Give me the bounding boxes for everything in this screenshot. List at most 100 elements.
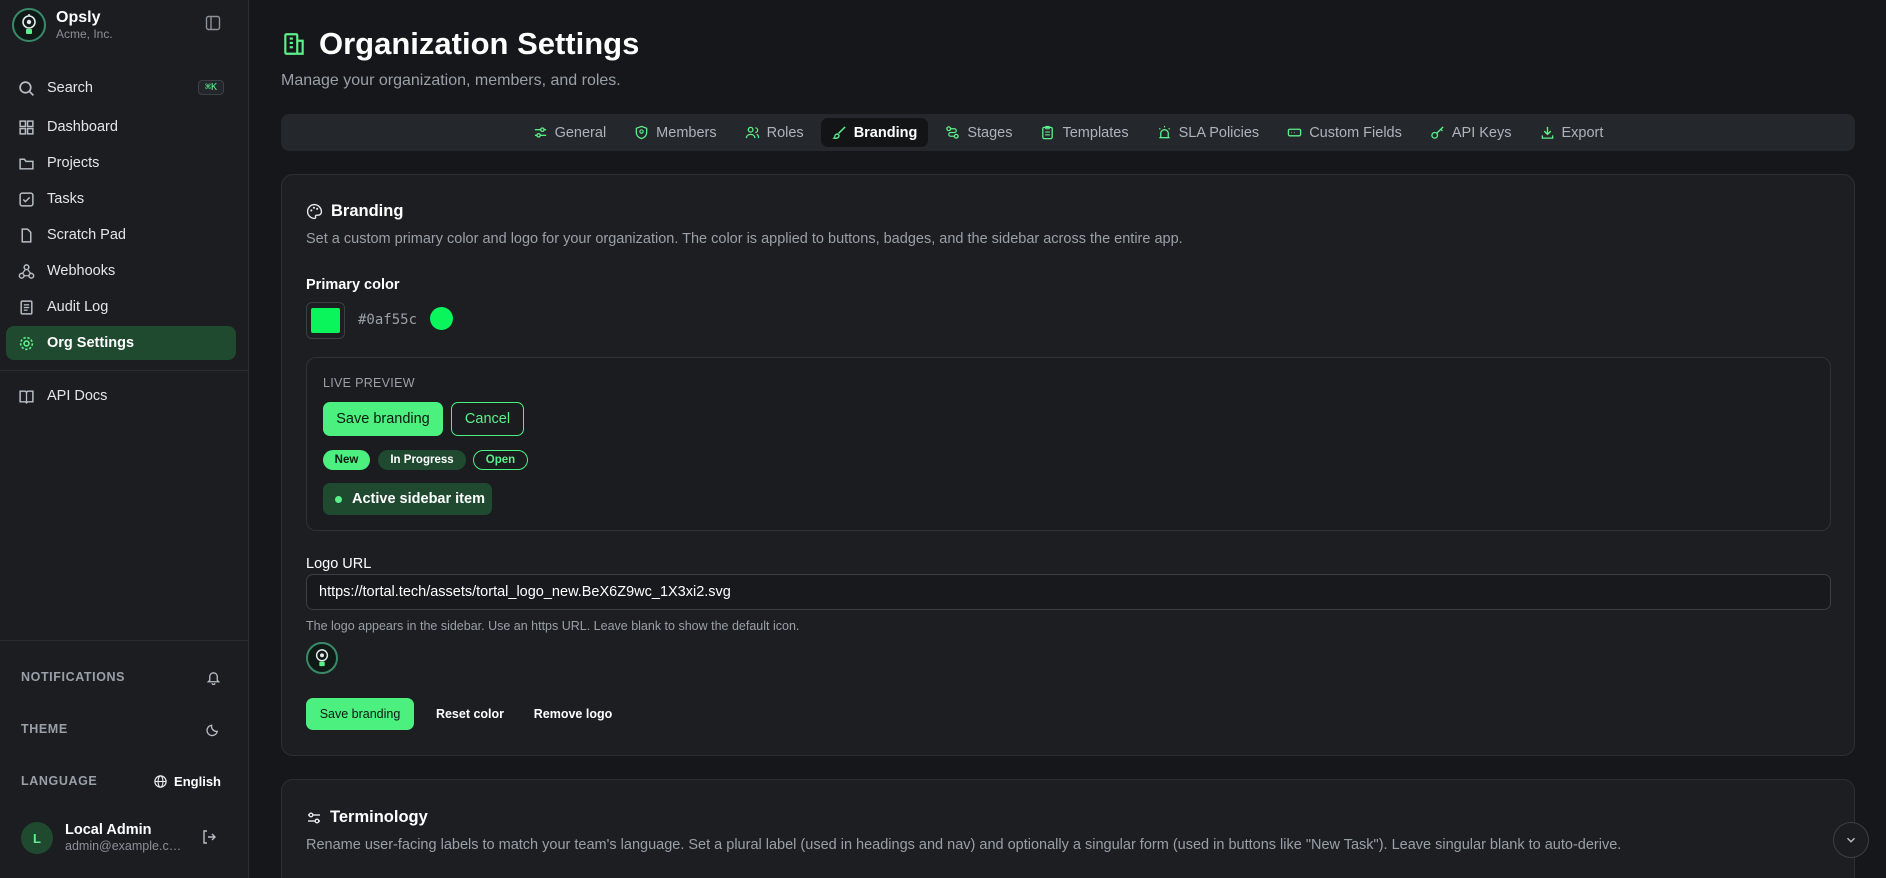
language-select[interactable]: English — [153, 774, 221, 789]
sidebar-item-dashboard[interactable]: Dashboard — [6, 110, 236, 144]
shield-icon — [635, 125, 648, 140]
theme-row: THEME — [21, 719, 221, 739]
notifications-row: NOTIFICATIONS — [21, 667, 221, 687]
sliders-icon — [534, 127, 546, 138]
bell-icon[interactable] — [206, 670, 221, 685]
user-profile: L Local Admin admin@example.com — [21, 822, 221, 854]
page-header: Organization Settings Manage your organi… — [281, 26, 639, 90]
theme-label: THEME — [21, 722, 68, 736]
tasks-icon — [19, 191, 34, 207]
branding-card: Branding Set a custom primary color and … — [281, 174, 1855, 756]
sidebar-item-label: API Docs — [47, 388, 108, 404]
tab-templates[interactable]: Templates — [1029, 118, 1139, 147]
siren-icon — [1158, 125, 1170, 139]
sidebar: Opsly Acme, Inc. Search ⌘K Dashboard Pro… — [0, 0, 249, 878]
scroll-down-button[interactable] — [1833, 822, 1869, 858]
gear-icon — [19, 336, 34, 350]
tab-label: SLA Policies — [1178, 124, 1260, 141]
tab-members[interactable]: Members — [623, 118, 727, 147]
tab-label: Custom Fields — [1309, 124, 1402, 141]
primary-color-hex: #0af55c — [358, 312, 418, 328]
tab-general[interactable]: General — [522, 118, 618, 147]
collapse-sidebar-icon[interactable] — [205, 15, 223, 33]
user-email: admin@example.com — [65, 839, 185, 853]
sidebar-item-projects[interactable]: Projects — [6, 146, 236, 180]
brand[interactable]: Opsly Acme, Inc. — [12, 8, 113, 42]
app-logo-icon — [12, 8, 46, 42]
tab-label: Export — [1561, 124, 1604, 141]
sliders-icon — [308, 812, 320, 823]
sidebar-search-label: Search — [47, 80, 93, 96]
sidebar-item-webhooks[interactable]: Webhooks — [6, 254, 236, 288]
sidebar-divider — [0, 640, 249, 641]
search-icon — [19, 80, 35, 96]
badge-in-progress: In Progress — [378, 450, 466, 470]
preview-sidebar-item: Active sidebar item — [323, 483, 492, 515]
badge-new: New — [323, 450, 370, 470]
sidebar-item-label: Projects — [47, 155, 100, 171]
palette-icon — [306, 203, 323, 220]
reset-color-button[interactable]: Reset color — [424, 698, 516, 730]
settings-tabs: General Members Roles Branding Stages Te… — [281, 114, 1855, 151]
tab-roles[interactable]: Roles — [734, 118, 815, 147]
sidebar-item-api-docs[interactable]: API Docs — [6, 379, 236, 413]
form-input-icon — [1287, 128, 1302, 137]
preview-save-button[interactable]: Save branding — [323, 402, 443, 436]
route-icon — [946, 126, 960, 139]
globe-icon — [154, 774, 167, 788]
remove-logo-button[interactable]: Remove logo — [526, 698, 620, 730]
projects-icon — [19, 158, 34, 170]
logo-url-label: Logo URL — [306, 556, 372, 572]
color-picker[interactable] — [306, 302, 345, 339]
page-title: Organization Settings — [319, 26, 640, 61]
webhook-icon — [18, 263, 35, 279]
branding-heading: Branding — [306, 202, 403, 221]
logout-icon[interactable] — [201, 829, 217, 845]
tab-export[interactable]: Export — [1529, 118, 1615, 147]
terminology-description: Rename user-facing labels to match your … — [306, 837, 1622, 853]
sidebar-item-label: Webhooks — [47, 263, 116, 279]
sidebar-item-tasks[interactable]: Tasks — [6, 182, 236, 216]
key-icon — [1431, 126, 1444, 139]
badge-open: Open — [473, 450, 528, 470]
live-preview-label: LIVE PREVIEW — [323, 376, 415, 390]
user-name: Local Admin — [65, 822, 152, 838]
tab-sla-policies[interactable]: SLA Policies — [1146, 118, 1271, 147]
tab-branding[interactable]: Branding — [820, 118, 929, 147]
log-icon — [20, 299, 33, 315]
tab-stages[interactable]: Stages — [934, 118, 1023, 147]
page-subtitle: Manage your organization, members, and r… — [281, 72, 621, 89]
file-icon — [21, 227, 32, 243]
brush-icon — [831, 126, 846, 139]
avatar[interactable]: L — [21, 822, 53, 854]
sidebar-search[interactable]: Search ⌘K — [6, 71, 236, 105]
search-shortcut: ⌘K — [197, 80, 224, 95]
clipboard-icon — [1042, 125, 1054, 140]
sidebar-item-label: Audit Log — [47, 299, 109, 315]
tab-label: Members — [656, 124, 717, 141]
language-label: LANGUAGE — [21, 774, 98, 788]
logo-preview-icon — [306, 642, 338, 674]
sidebar-item-org-settings[interactable]: Org Settings — [6, 326, 236, 360]
preview-cancel-button[interactable]: Cancel — [451, 402, 524, 436]
org-name: Acme, Inc. — [56, 27, 113, 41]
primary-color-label: Primary color — [306, 277, 400, 293]
users-icon — [745, 126, 759, 139]
sidebar-item-audit-log[interactable]: Audit Log — [6, 290, 236, 324]
sidebar-divider — [0, 370, 249, 371]
sidebar-item-scratch-pad[interactable]: Scratch Pad — [6, 218, 236, 252]
tab-label: API Keys — [1451, 124, 1512, 141]
dashboard-icon — [19, 119, 34, 135]
preview-sidebar-label: Active sidebar item — [352, 491, 485, 507]
tab-custom-fields[interactable]: Custom Fields — [1276, 118, 1413, 147]
tab-label: Templates — [1062, 124, 1129, 141]
sidebar-item-label: Scratch Pad — [47, 227, 126, 243]
save-branding-button[interactable]: Save branding — [306, 698, 414, 730]
logo-url-input[interactable]: https://tortal.tech/assets/tortal_logo_n… — [306, 574, 1831, 610]
sidebar-item-label: Dashboard — [47, 119, 118, 135]
language-value: English — [174, 773, 221, 789]
tab-api-keys[interactable]: API Keys — [1419, 118, 1523, 147]
active-dot-icon — [335, 495, 342, 503]
terminology-title: Terminology — [330, 808, 428, 826]
moon-icon[interactable] — [206, 722, 221, 737]
